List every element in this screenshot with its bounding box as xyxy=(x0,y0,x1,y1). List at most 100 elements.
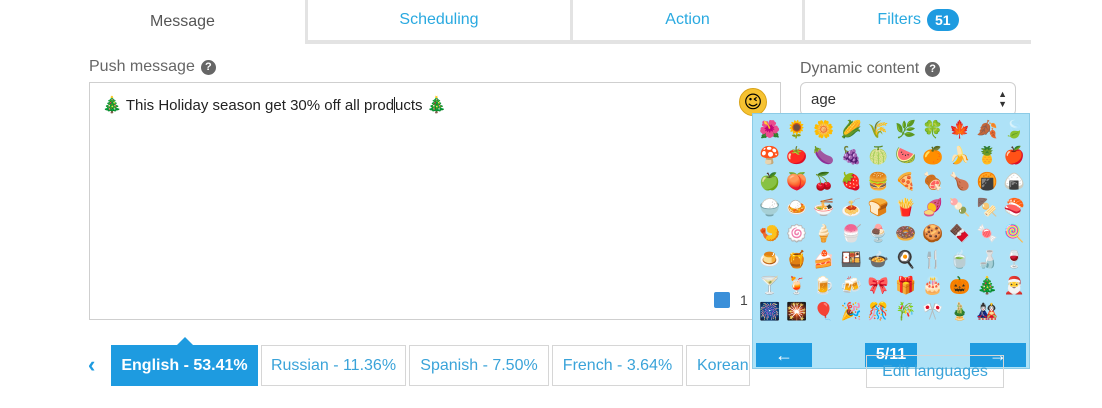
emoji-option[interactable]: 🍕 xyxy=(892,169,919,195)
emoji-option[interactable]: 🍶 xyxy=(974,247,1001,273)
emoji-option[interactable]: 🍎 xyxy=(1001,143,1028,169)
language-tab-english[interactable]: English - 53.41% xyxy=(111,345,258,386)
emoji-option[interactable]: 🍍 xyxy=(974,143,1001,169)
emoji-option[interactable]: 🍢 xyxy=(974,195,1001,221)
emoji-option[interactable]: 🍛 xyxy=(783,195,810,221)
emoji-option[interactable]: 🍂 xyxy=(974,117,1001,143)
tab-message[interactable]: Message xyxy=(60,0,308,44)
help-icon[interactable]: ? xyxy=(925,61,941,77)
emoji-option[interactable]: 🎃 xyxy=(946,273,973,299)
emoji-option[interactable]: 🍅 xyxy=(783,143,810,169)
emoji-picker-toggle-icon[interactable]: 😉 xyxy=(739,88,767,116)
emoji-option[interactable]: 🍰 xyxy=(810,247,837,273)
emoji-option[interactable]: 🍙 xyxy=(1001,169,1028,195)
emoji-option[interactable]: 🎄 xyxy=(974,273,1001,299)
emoji-option[interactable]: 🎊 xyxy=(865,299,892,325)
emoji-option[interactable]: 🌿 xyxy=(892,117,919,143)
emoji-option[interactable]: 🍻 xyxy=(838,273,865,299)
emoji-option[interactable]: 🍃 xyxy=(1001,117,1028,143)
emoji-option[interactable]: 🎅 xyxy=(1001,273,1028,299)
emoji-option[interactable]: 🍁 xyxy=(946,117,973,143)
emoji-option[interactable]: 🍗 xyxy=(946,169,973,195)
emoji-option[interactable]: 🍖 xyxy=(919,169,946,195)
emoji-option[interactable]: 🍥 xyxy=(783,221,810,247)
emoji-option[interactable]: 🍈 xyxy=(865,143,892,169)
emoji-option[interactable]: 🍑 xyxy=(783,169,810,195)
emoji-option[interactable]: 🍦 xyxy=(810,221,837,247)
emoji-option[interactable]: 🍧 xyxy=(838,221,865,247)
emoji-option[interactable]: 🍚 xyxy=(756,195,783,221)
emoji-option[interactable]: 🍴 xyxy=(919,247,946,273)
emoji-option[interactable]: 🎌 xyxy=(919,299,946,325)
emoji-option[interactable]: 🍫 xyxy=(946,221,973,247)
emoji-option[interactable]: 🎂 xyxy=(919,273,946,299)
emoji-option[interactable]: 🍮 xyxy=(756,247,783,273)
emoji-option[interactable]: 🎍 xyxy=(946,299,973,325)
emoji-option[interactable]: 🍣 xyxy=(1001,195,1028,221)
emoji-option[interactable]: 🍟 xyxy=(892,195,919,221)
emoji-option[interactable]: 🍓 xyxy=(838,169,865,195)
emoji-option[interactable]: 🍵 xyxy=(946,247,973,273)
emoji-option[interactable]: 🍹 xyxy=(783,273,810,299)
emoji-option[interactable]: 🍤 xyxy=(756,221,783,247)
help-icon[interactable]: ? xyxy=(200,59,216,75)
emoji-option[interactable]: 🍇 xyxy=(838,143,865,169)
language-tab-russian[interactable]: Russian - 11.36% xyxy=(261,345,406,386)
emoji-option[interactable]: 🍷 xyxy=(1001,247,1028,273)
emoji-option[interactable]: 🍸 xyxy=(756,273,783,299)
language-tab-korean[interactable]: Korean xyxy=(686,345,750,386)
emoji-option[interactable]: 🎋 xyxy=(892,299,919,325)
emoji-option[interactable]: 🍆 xyxy=(810,143,837,169)
emoji-option[interactable]: 🌼 xyxy=(810,117,837,143)
emoji-option[interactable]: 🍠 xyxy=(919,195,946,221)
edit-languages-button[interactable]: Edit languages xyxy=(866,355,1004,388)
emoji-option[interactable]: 🍀 xyxy=(919,117,946,143)
chevron-left-icon[interactable]: ‹ xyxy=(88,352,95,378)
emoji-option[interactable]: 🎁 xyxy=(892,273,919,299)
emoji-option[interactable]: 🍏 xyxy=(756,169,783,195)
emoji-option[interactable]: 🍭 xyxy=(1001,221,1028,247)
emoji-option[interactable]: 🎎 xyxy=(974,299,1001,325)
language-tab-spanish[interactable]: Spanish - 7.50% xyxy=(409,345,549,386)
tab-filters[interactable]: Filters 51 xyxy=(805,0,1031,44)
tab-scheduling[interactable]: Scheduling xyxy=(308,0,573,44)
emoji-prev-page-button[interactable]: ← xyxy=(756,343,812,367)
emoji-option[interactable]: 🍳 xyxy=(892,247,919,273)
dynamic-content-select[interactable]: age ▲ ▼ xyxy=(800,82,1016,116)
emoji-option[interactable]: 🍱 xyxy=(838,247,865,273)
emoji-option[interactable]: 🍊 xyxy=(919,143,946,169)
emoji-option[interactable]: 🍜 xyxy=(810,195,837,221)
emoji-option[interactable]: 🎀 xyxy=(865,273,892,299)
emoji-option[interactable]: 🍔 xyxy=(865,169,892,195)
emoji-option[interactable]: 🍪 xyxy=(919,221,946,247)
emoji-option[interactable]: 🍡 xyxy=(946,195,973,221)
language-label: Spanish - 7.50% xyxy=(420,356,538,374)
emoji-option[interactable]: 🎈 xyxy=(810,299,837,325)
emoji-option[interactable]: 🌽 xyxy=(838,117,865,143)
emoji-option[interactable]: 🎇 xyxy=(783,299,810,325)
push-message-textarea[interactable]: 🎄 This Holiday season get 30% off all pr… xyxy=(89,82,781,320)
emoji-option[interactable]: 🍝 xyxy=(838,195,865,221)
emoji-option[interactable]: 🍨 xyxy=(865,221,892,247)
emoji-option[interactable]: 🌻 xyxy=(783,117,810,143)
emoji-option[interactable]: 🎆 xyxy=(756,299,783,325)
emoji-option[interactable]: 🌺 xyxy=(756,117,783,143)
emoji-option[interactable]: 🍬 xyxy=(974,221,1001,247)
emoji-option[interactable]: 🍄 xyxy=(756,143,783,169)
language-label: French - 3.64% xyxy=(562,356,673,374)
emoji-option[interactable]: 🍒 xyxy=(810,169,837,195)
tab-action[interactable]: Action xyxy=(573,0,805,44)
dynamic-content-label: Dynamic content xyxy=(800,60,920,77)
emoji-option[interactable]: 🌾 xyxy=(865,117,892,143)
emoji-option[interactable]: 🍉 xyxy=(892,143,919,169)
emoji-option[interactable]: 🍞 xyxy=(865,195,892,221)
emoji-option[interactable]: 🍯 xyxy=(783,247,810,273)
emoji-option[interactable]: 🍩 xyxy=(892,221,919,247)
emoji-option[interactable]: 🍌 xyxy=(946,143,973,169)
emoji-option[interactable]: 🍲 xyxy=(865,247,892,273)
emoji-option[interactable]: 🎉 xyxy=(838,299,865,325)
emoji-option[interactable]: 🍘 xyxy=(974,169,1001,195)
emoji-option[interactable]: 🍺 xyxy=(810,273,837,299)
language-tab-french[interactable]: French - 3.64% xyxy=(552,345,683,386)
push-message-text: 🎄 This Holiday season get 30% off all pr… xyxy=(102,95,447,115)
